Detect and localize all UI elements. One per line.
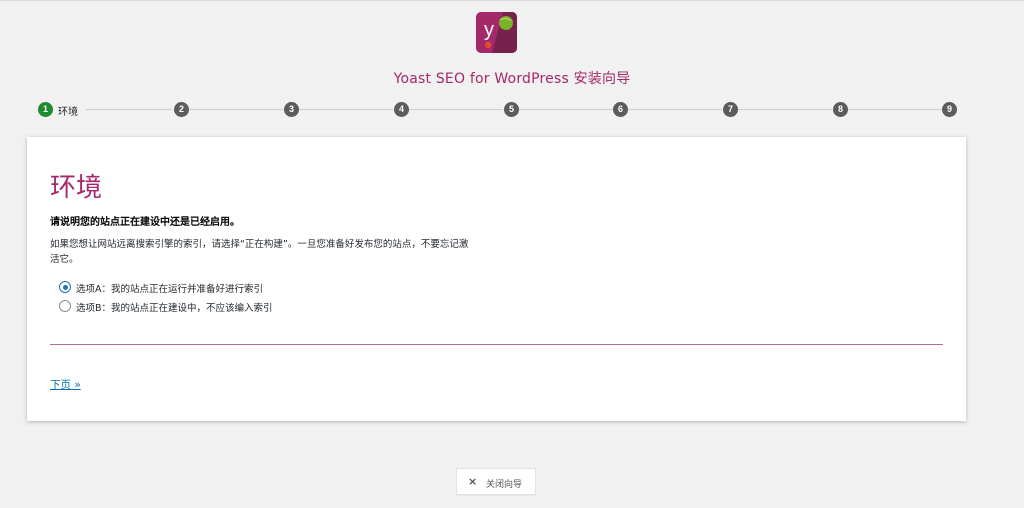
step-1-label: 环境 [58,107,78,118]
step-7[interactable]: 7 [723,102,738,117]
svg-text:y: y [484,19,494,41]
step-connector [848,109,941,110]
step-connector [519,109,613,110]
next-page-link[interactable]: 下页 » [50,377,81,392]
step-connector [299,109,393,110]
option-a-label[interactable]: 选项A：我的站点正在运行并准备好进行索引 [76,281,263,295]
step-connector [409,109,503,110]
option-b-label[interactable]: 选项B：我的站点正在建设中，不应该编入索引 [76,300,273,314]
wizard-title: Yoast SEO for WordPress 安装向导 [393,71,631,87]
step-4[interactable]: 4 [394,102,409,117]
top-border [0,0,1024,1]
step-5[interactable]: 5 [504,102,519,117]
card-title: 环境 [50,173,103,203]
step-8[interactable]: 8 [833,102,848,117]
step-connector [86,109,172,110]
step-connector [628,109,722,110]
environment-question: 请说明您的站点正在建设中还是已经启用。 [50,217,240,228]
section-divider [50,344,943,345]
yoast-logo-icon: y [484,12,517,53]
step-3[interactable]: 3 [284,102,299,117]
step-connector [738,109,832,110]
environment-description: 如果您想让网站远离搜索引擎的索引，请选择“正在构建”。一旦您准备好发布您的站点，… [50,239,469,265]
step-2[interactable]: 2 [174,102,189,117]
option-a-radio[interactable] [59,281,71,293]
step-9[interactable]: 9 [942,102,957,117]
yoast-logo: y [476,12,517,53]
wizard-stepper: 1 环境 2 3 4 5 6 7 8 9 [0,101,1024,119]
wizard-card: 环境 请说明您的站点正在建设中还是已经启用。 如果您想让网站远离搜索引擎的索引，… [27,137,966,421]
step-connector [189,109,283,110]
close-wizard-label: 关闭向导 [486,480,523,490]
step-6[interactable]: 6 [613,102,628,117]
close-icon: × [468,475,478,488]
option-b-radio[interactable] [59,300,71,312]
step-1[interactable]: 1 [38,102,53,117]
close-wizard-button[interactable]: × 关闭向导 [456,468,536,495]
